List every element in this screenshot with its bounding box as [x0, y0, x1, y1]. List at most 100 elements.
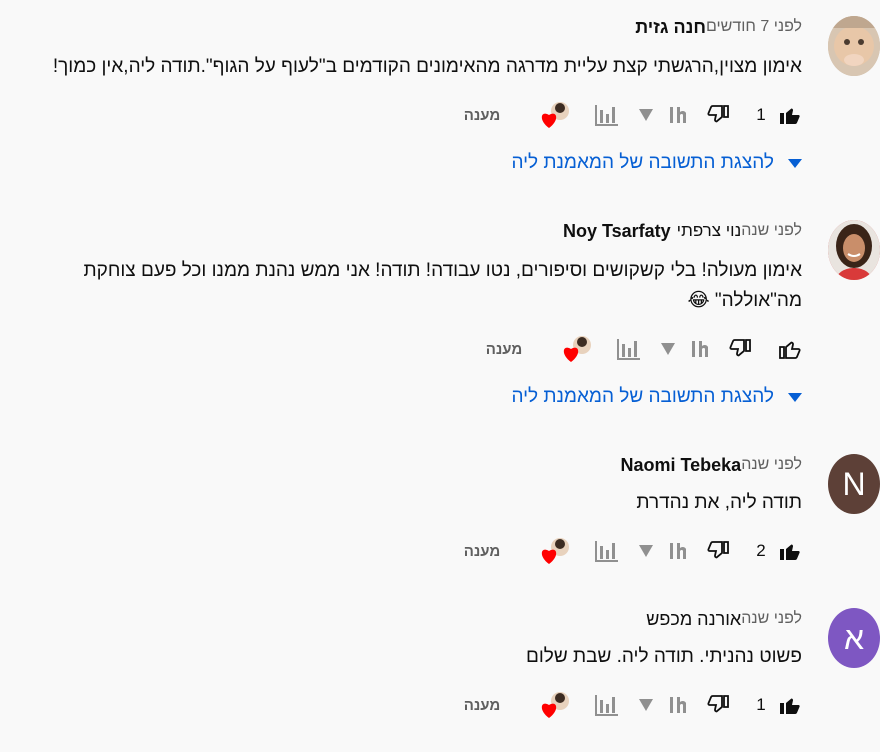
comment-actions: 1 מענה — [0, 688, 802, 722]
bold-text-button[interactable] — [688, 332, 714, 366]
creator-heart-icon — [540, 536, 572, 566]
comment-time[interactable]: לפני שנה — [741, 456, 802, 474]
bar-chart-icon — [595, 540, 619, 562]
like-button[interactable] — [776, 332, 802, 366]
avatar[interactable] — [828, 16, 880, 76]
analytics-button[interactable] — [594, 98, 620, 132]
creator-heart[interactable] — [540, 98, 572, 132]
comment-time[interactable]: לפני שנה — [741, 610, 802, 628]
like-button[interactable] — [776, 688, 802, 722]
creator-heart-icon — [562, 334, 594, 364]
dislike-button[interactable] — [706, 98, 732, 132]
comment-header: Noy Tsarfaty נוי צרפתי לפני שנה — [557, 218, 802, 244]
like-count: 1 — [756, 105, 766, 124]
comment-header: Naomi Tebeka לפני שנה — [614, 452, 802, 478]
avatar-letter: N — [842, 465, 866, 502]
creator-heart[interactable] — [540, 688, 572, 722]
comment-actions: מענה — [0, 332, 802, 366]
caret-down-icon — [788, 392, 802, 402]
reply-button[interactable]: מענה — [460, 534, 504, 568]
thumbs-up-icon — [777, 693, 801, 717]
creator-heart[interactable] — [540, 534, 572, 568]
reply-label: מענה — [485, 340, 523, 358]
bold-text-icon — [667, 694, 691, 716]
show-replies-button[interactable]: להצגת התשובה של המאמנת ליה — [511, 382, 802, 412]
author-alias: נוי צרפתי — [676, 221, 742, 240]
sort-button[interactable] — [636, 534, 656, 568]
bold-text-button[interactable] — [666, 98, 692, 132]
bold-text-icon — [667, 104, 691, 126]
dislike-button[interactable] — [706, 688, 732, 722]
comment-time[interactable]: לפני שנה — [741, 222, 802, 240]
comment-text: תודה ליה, את נהדרת — [636, 488, 802, 518]
dislike-button[interactable] — [728, 332, 754, 366]
avatar[interactable]: א — [828, 608, 880, 668]
thumbs-up-icon — [777, 337, 801, 361]
sort-icon — [639, 545, 653, 557]
comment-text-line: פשוט נהניתי. תודה ליה. שבת שלום — [525, 646, 802, 667]
creator-heart-icon — [540, 690, 572, 720]
show-replies-button[interactable]: להצגת התשובה של המאמנת ליה — [511, 148, 802, 178]
sort-button[interactable] — [636, 688, 656, 722]
comment-header: אורנה מכפש לפני שנה — [640, 606, 802, 632]
comment-text: אימון מעולה! בלי קשקושים וסיפורים, נטו ע… — [84, 256, 802, 316]
thumbs-down-icon — [729, 337, 753, 361]
reply-button[interactable]: מענה — [460, 98, 504, 132]
comment-thread: א אורנה מכפש לפני שנה פשוט נהניתי. תודה … — [0, 606, 880, 752]
thumbs-down-icon — [707, 539, 731, 563]
comment-thread: N Naomi Tebeka לפני שנה תודה ליה, את נהד… — [0, 452, 880, 592]
reply-button[interactable]: מענה — [482, 332, 526, 366]
comment-actions: 2 מענה — [0, 534, 802, 568]
bar-chart-icon — [595, 694, 619, 716]
thumbs-down-icon — [707, 693, 731, 717]
bar-chart-icon — [617, 338, 641, 360]
sort-button[interactable] — [636, 98, 656, 132]
bold-text-icon — [689, 338, 713, 360]
reply-button[interactable]: מענה — [460, 688, 504, 722]
sort-button[interactable] — [658, 332, 678, 366]
sort-icon — [661, 343, 675, 355]
dislike-button[interactable] — [706, 534, 732, 568]
bar-chart-icon — [595, 104, 619, 126]
comment-thread: חנה גזית לפני 7 חודשים אימון מצוין,הרגשת… — [0, 14, 880, 174]
sort-icon — [639, 699, 653, 711]
comment-text-line: אימון מעולה! בלי קשקושים וסיפורים, נטו ע… — [83, 260, 802, 281]
comment-text: פשוט נהניתי. תודה ליה. שבת שלום — [526, 642, 802, 672]
reply-label: מענה — [463, 106, 501, 124]
like-count: 2 — [756, 541, 766, 560]
author-name[interactable]: Noy Tsarfaty — [563, 221, 671, 242]
comment-thread: Noy Tsarfaty נוי צרפתי לפני שנה אימון מע… — [0, 218, 880, 418]
comment-header: חנה גזית לפני 7 חודשים — [629, 14, 802, 40]
analytics-button[interactable] — [594, 688, 620, 722]
like-button[interactable] — [776, 98, 802, 132]
show-replies-label: להצגת התשובה של המאמנת ליה — [511, 386, 774, 407]
comment-text-line: אימון מצוין,הרגשתי קצת עליית מדרגה מהאימ… — [52, 56, 802, 77]
comment-actions: 1 מענה — [0, 98, 802, 132]
creator-heart[interactable] — [562, 332, 594, 366]
bold-text-button[interactable] — [666, 534, 692, 568]
author-name[interactable]: Naomi Tebeka — [620, 455, 741, 476]
thumbs-up-icon — [777, 539, 801, 563]
analytics-button[interactable] — [616, 332, 642, 366]
bold-text-icon — [667, 540, 691, 562]
thumbs-down-icon — [707, 103, 731, 127]
comment-time[interactable]: לפני 7 חודשים — [706, 18, 802, 36]
comment-text-line: תודה ליה, את נהדרת — [636, 492, 802, 513]
show-replies-label: להצגת התשובה של המאמנת ליה — [511, 152, 774, 173]
reply-label: מענה — [463, 542, 501, 560]
comment-text-line: מה"אוללה" 😂 — [687, 290, 802, 311]
author-name[interactable]: חנה גזית — [635, 17, 706, 38]
avatar[interactable]: N — [828, 454, 880, 514]
comment-text: אימון מצוין,הרגשתי קצת עליית מדרגה מהאימ… — [53, 52, 802, 82]
thumbs-up-icon — [777, 103, 801, 127]
creator-heart-icon — [540, 100, 572, 130]
like-button[interactable] — [776, 534, 802, 568]
avatar[interactable] — [828, 220, 880, 280]
like-count: 1 — [756, 695, 766, 714]
sort-icon — [639, 109, 653, 121]
analytics-button[interactable] — [594, 534, 620, 568]
bold-text-button[interactable] — [666, 688, 692, 722]
avatar-letter: א — [843, 619, 865, 656]
author-name[interactable]: אורנה מכפש — [646, 609, 741, 630]
caret-down-icon — [788, 158, 802, 168]
